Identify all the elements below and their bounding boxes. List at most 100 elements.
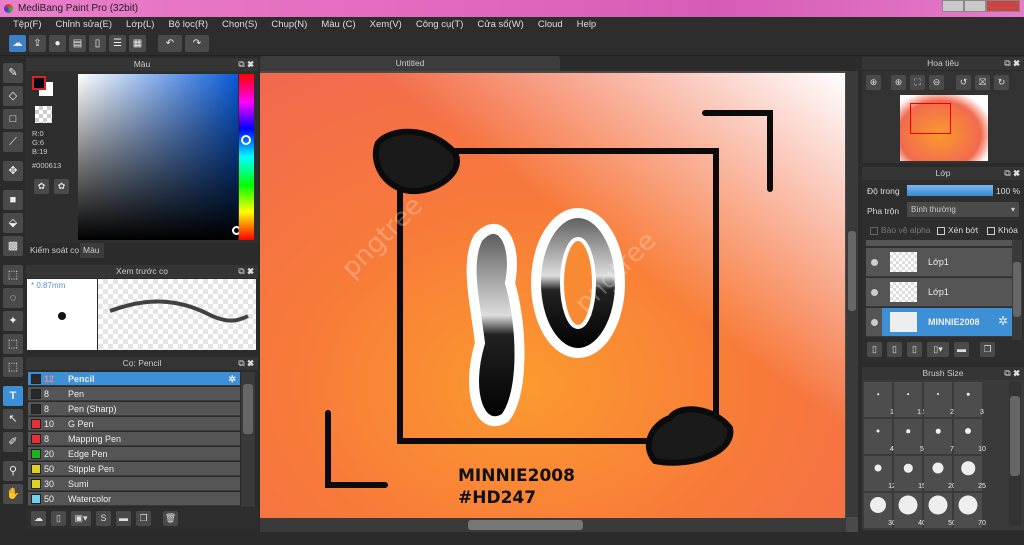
layer-folder-icon[interactable]: ▬ <box>954 342 969 357</box>
rotate-left-icon[interactable]: ↺ <box>956 75 971 90</box>
hue-cursor[interactable] <box>241 135 251 145</box>
brush-list-item[interactable]: 20 Edge Pen <box>28 447 240 461</box>
navigator-viewport[interactable] <box>910 103 951 134</box>
new-layer-2-icon[interactable]: ▯ <box>887 342 902 357</box>
brush-list-item[interactable]: 8 Mapping Pen <box>28 432 240 446</box>
undo-button[interactable]: ↶ <box>158 35 182 52</box>
brush-size-cell[interactable]: 4 <box>864 419 894 454</box>
brush-script-icon[interactable]: S <box>96 511 111 526</box>
text-tool-icon[interactable]: T <box>3 386 23 406</box>
blend-mode-select[interactable]: Bình thường ▾ <box>907 202 1019 217</box>
brush-size-cell[interactable]: 25 <box>954 456 986 491</box>
visibility-icon[interactable] <box>871 259 878 266</box>
horizontal-scrollbar[interactable] <box>260 518 846 532</box>
menu-cloud[interactable]: Cloud <box>531 17 570 32</box>
menu-help[interactable]: Help <box>570 17 604 32</box>
brush-size-cell[interactable]: 7 <box>924 419 954 454</box>
vertical-scrollbar[interactable] <box>846 71 858 517</box>
zoom-out-icon[interactable]: ⊖ <box>929 75 944 90</box>
comment-icon[interactable]: ● <box>49 35 66 52</box>
fill-rect-tool-icon[interactable]: ■ <box>3 190 23 210</box>
maximize-button[interactable] <box>964 0 986 12</box>
brush-list-item[interactable]: 30 Sumi <box>28 477 240 491</box>
brush-size-cell[interactable]: 1 <box>864 382 894 417</box>
new-layer-icon[interactable]: ▯ <box>867 342 882 357</box>
hue-slider[interactable] <box>239 74 254 240</box>
share-icon[interactable]: ⇪ <box>29 35 46 52</box>
add-layer-dropdown-icon[interactable]: ▯▾ <box>927 342 949 357</box>
import-layer-icon[interactable]: ▯ <box>907 342 922 357</box>
message-icon[interactable]: ▤ <box>69 35 86 52</box>
brush-size-scrollbar[interactable] <box>1009 382 1021 526</box>
menu-filter[interactable]: Bộ lọc(R) <box>161 17 215 32</box>
menu-edit[interactable]: Chỉnh sửa(E) <box>49 17 120 32</box>
duplicate-layer-icon[interactable]: ❐ <box>980 342 995 357</box>
menu-select[interactable]: Chọn(S) <box>215 17 264 32</box>
brush-size-cell[interactable]: 5 <box>894 419 924 454</box>
panel-float-close-icons[interactable]: ⧉ ✖ <box>1004 167 1020 180</box>
brush-size-cell[interactable]: 40 <box>894 493 926 528</box>
brush-size-cell[interactable]: 70 <box>954 493 986 528</box>
cloud-brush-icon[interactable]: ☁ <box>31 511 46 526</box>
layer-row-selected[interactable]: MINNIE2008 ✲ <box>866 308 1012 337</box>
palette-settings-icon[interactable]: ✿ <box>54 179 69 194</box>
tab-color[interactable]: Màu <box>80 243 104 258</box>
line-tool-icon[interactable]: ⟋ <box>3 132 23 152</box>
visibility-icon[interactable] <box>871 289 878 296</box>
layer-settings-gear-icon[interactable]: ✲ <box>998 314 1008 328</box>
brush-size-cell[interactable]: 2 <box>924 382 954 417</box>
opacity-slider[interactable] <box>907 185 993 196</box>
artwork[interactable]: MINNIE2008 #HD247 pngtree pngtree <box>260 73 845 519</box>
select-eraser-icon[interactable]: ⬚ <box>3 357 23 377</box>
brush-list-item[interactable]: 8 Pen <box>28 387 240 401</box>
grid-icon[interactable]: ▦ <box>129 35 146 52</box>
blur-tool-icon[interactable]: ✐ <box>3 432 23 452</box>
move-tool-icon[interactable]: ✥ <box>3 161 23 181</box>
brush-size-cell[interactable]: 15 <box>894 456 926 491</box>
menu-layer[interactable]: Lớp(L) <box>119 17 161 32</box>
menu-snap[interactable]: Chụp(N) <box>264 17 314 32</box>
brush-size-cell[interactable]: 50 <box>924 493 956 528</box>
panel-float-close-icons[interactable]: ⧉ ✖ <box>238 265 254 278</box>
panel-float-close-icons[interactable]: ⧉ ✖ <box>238 357 254 370</box>
menu-view[interactable]: Xem(V) <box>363 17 409 32</box>
brush-list-item[interactable]: 50 Watercolor <box>28 492 240 506</box>
cloud-icon[interactable]: ☁ <box>9 35 26 52</box>
eraser-tool-icon[interactable]: ◇ <box>3 86 23 106</box>
menu-tools[interactable]: Công cụ(T) <box>409 17 471 32</box>
brush-list-item[interactable]: 8 Pen (Sharp) <box>28 402 240 416</box>
new-brush-icon[interactable]: ▯ <box>51 511 66 526</box>
brush-size-cell[interactable]: 20 <box>924 456 956 491</box>
canvas-area[interactable]: MINNIE2008 #HD247 pngtree pngtree <box>260 71 858 532</box>
brush-list-item[interactable]: 12 Pencil ✲ <box>28 372 240 386</box>
page-list-icon[interactable]: ☰ <box>109 35 126 52</box>
brush-list-scrollbar[interactable] <box>241 372 255 507</box>
layer-row[interactable]: Lớp1 <box>866 248 1012 277</box>
transparent-swatch[interactable] <box>35 106 52 123</box>
bucket-tool-icon[interactable]: ⬙ <box>3 213 23 233</box>
redo-button[interactable]: ↷ <box>185 35 209 52</box>
visibility-icon[interactable] <box>871 319 878 326</box>
eyedropper-icon[interactable]: ⚲ <box>3 461 23 481</box>
brush-size-cell[interactable]: 30 <box>864 493 896 528</box>
clipping-checkbox[interactable]: Xén bớt <box>937 225 978 235</box>
delete-icon[interactable]: 🗑 <box>163 511 178 526</box>
page-icon[interactable]: ▯ <box>89 35 106 52</box>
lock-checkbox[interactable]: Khóa <box>987 225 1018 235</box>
layer-row-partial[interactable] <box>866 240 1012 246</box>
select-pen-icon[interactable]: ⬚ <box>3 334 23 354</box>
navigator-thumbnail[interactable] <box>900 95 988 161</box>
layer-scrollbar[interactable] <box>1012 240 1022 340</box>
layer-row[interactable]: Lớp1 <box>866 278 1012 307</box>
panel-float-close-icons[interactable]: ⧉ ✖ <box>1004 57 1020 70</box>
protect-alpha-checkbox[interactable]: Bảo vệ alpha <box>870 225 931 235</box>
menu-color[interactable]: Màu (C) <box>314 17 362 32</box>
brush-size-cell[interactable]: 12 <box>864 456 896 491</box>
menu-window[interactable]: Cửa sổ(W) <box>470 17 530 32</box>
operation-tool-icon[interactable]: ↖ <box>3 409 23 429</box>
close-window-button[interactable] <box>986 0 1020 12</box>
select-rect-icon[interactable]: ⬚ <box>3 265 23 285</box>
gradient-tool-icon[interactable]: ▩ <box>3 236 23 256</box>
document-tab[interactable]: Untitled <box>260 56 560 71</box>
brush-list-item[interactable]: 10 G Pen <box>28 417 240 431</box>
